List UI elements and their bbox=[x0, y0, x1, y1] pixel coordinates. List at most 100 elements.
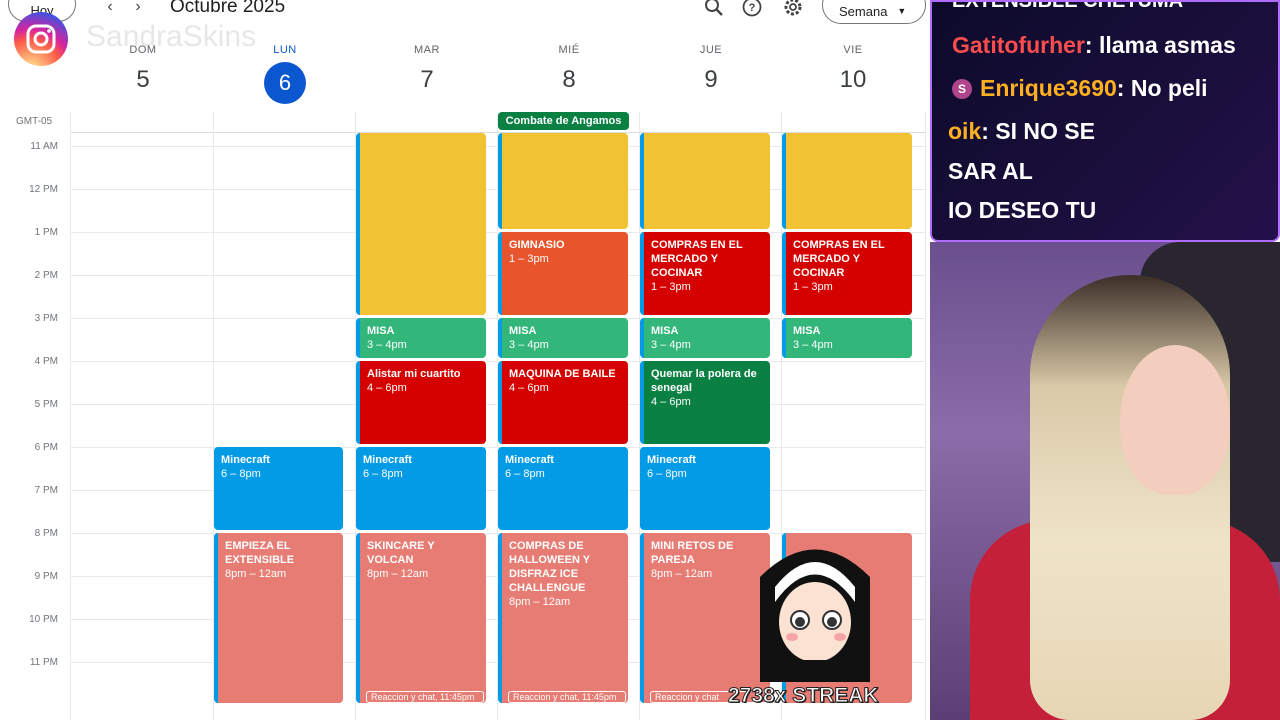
event-title: Alistar mi cuartito bbox=[367, 368, 461, 380]
chat-username: Enrique3690 bbox=[980, 75, 1117, 101]
month-title: Octubre 2025 bbox=[170, 0, 286, 17]
day-header-vie[interactable]: VIE 10 bbox=[782, 44, 924, 94]
prev-week-icon[interactable]: ‹ bbox=[100, 0, 120, 16]
hour-label: 3 PM bbox=[34, 313, 58, 324]
event-title: Minecraft bbox=[363, 454, 412, 466]
day-name: DOM bbox=[129, 44, 157, 56]
chat-text: : No peli bbox=[1116, 75, 1208, 101]
event-title: SKINCARE Y VOLCAN bbox=[367, 540, 435, 566]
event-yellow-block[interactable] bbox=[498, 133, 628, 229]
gear-icon[interactable] bbox=[782, 0, 804, 18]
event-title: MISA bbox=[651, 325, 679, 337]
event-title: EMPIEZA EL EXTENSIBLE bbox=[225, 540, 295, 566]
chat-message: oik: SI NO SE bbox=[948, 118, 1095, 145]
day-date: 5 bbox=[136, 66, 150, 93]
view-selector[interactable]: Semana ▼ bbox=[822, 0, 926, 24]
view-selector-label: Semana bbox=[839, 3, 888, 19]
chat-username: Gatitofurher bbox=[952, 32, 1085, 58]
event-time: 3 – 4pm bbox=[651, 339, 691, 351]
dropdown-arrow-icon: ▼ bbox=[897, 6, 907, 16]
event-time: 1 – 3pm bbox=[793, 281, 833, 293]
event-time: 8pm – 12am bbox=[225, 568, 287, 580]
day-name: VIE bbox=[843, 44, 863, 56]
event-time: 6 – 8pm bbox=[363, 468, 403, 480]
event-yellow-block[interactable] bbox=[782, 133, 912, 229]
event-title: COMPRAS EN EL MERCADO Y COCINAR bbox=[793, 239, 885, 279]
grid-column-line bbox=[70, 112, 71, 720]
next-week-icon[interactable]: › bbox=[128, 0, 148, 16]
event-chip-reaccion[interactable]: Reaccion y chat, 11:45pm bbox=[366, 691, 484, 703]
event-time: 1 – 3pm bbox=[651, 281, 691, 293]
chat-text: IO DESEO TU bbox=[948, 197, 1097, 223]
event-misa-mar[interactable]: MISA 3 – 4pm bbox=[356, 318, 486, 358]
hour-label: 4 PM bbox=[34, 356, 58, 367]
event-title: COMPRAS EN EL MERCADO Y COCINAR bbox=[651, 239, 743, 279]
event-time: 6 – 8pm bbox=[647, 468, 687, 480]
event-chip-reaccion[interactable]: Reaccion y chat, 11:45pm bbox=[508, 691, 626, 703]
chat-username: oik bbox=[948, 118, 982, 144]
event-time: 4 – 6pm bbox=[651, 396, 691, 408]
event-misa-mie[interactable]: MISA 3 – 4pm bbox=[498, 318, 628, 358]
hour-label: 1 PM bbox=[34, 227, 58, 238]
event-misa-jue[interactable]: MISA 3 – 4pm bbox=[640, 318, 770, 358]
day-header-lun[interactable]: LUN 6 bbox=[214, 44, 356, 104]
event-time: 8pm – 12am bbox=[509, 596, 571, 608]
event-time: 6 – 8pm bbox=[221, 468, 261, 480]
event-compras-jue[interactable]: COMPRAS EN EL MERCADO Y COCINAR 1 – 3pm bbox=[640, 232, 770, 315]
help-icon[interactable]: ? bbox=[741, 0, 763, 18]
stream-chat-panel: EXTENSIBLE CHETUMA Gatitofurher: llama a… bbox=[930, 0, 1280, 242]
chat-text: : llama asmas bbox=[1084, 32, 1236, 58]
event-title: MISA bbox=[367, 325, 395, 337]
event-title: MAQUINA DE BAILE bbox=[509, 368, 616, 380]
event-time: 3 – 4pm bbox=[509, 339, 549, 351]
event-title: COMPRAS DE HALLOWEEN Y DISFRAZ ICE CHALL… bbox=[509, 540, 590, 594]
subscriber-badge-icon: S bbox=[952, 79, 972, 99]
event-title: Minecraft bbox=[647, 454, 696, 466]
chat-message: Gatitofurher: llama asmas bbox=[952, 32, 1236, 59]
event-empieza[interactable]: EMPIEZA EL EXTENSIBLE 8pm – 12am bbox=[214, 533, 343, 703]
day-name: JUE bbox=[699, 44, 723, 56]
event-title: Quemar la polera de senegal bbox=[651, 368, 757, 394]
event-maquina[interactable]: MAQUINA DE BAILE 4 – 6pm bbox=[498, 361, 628, 444]
event-time: 3 – 4pm bbox=[367, 339, 407, 351]
day-date: 7 bbox=[420, 66, 434, 93]
search-icon[interactable] bbox=[703, 0, 725, 18]
event-skincare[interactable]: SKINCARE Y VOLCAN 8pm – 12am Reaccion y … bbox=[356, 533, 486, 703]
hour-label: 8 PM bbox=[34, 528, 58, 539]
event-minecraft-jue[interactable]: Minecraft 6 – 8pm bbox=[640, 447, 770, 530]
day-header-dom[interactable]: DOM 5 bbox=[72, 44, 214, 94]
event-minecraft-mie[interactable]: Minecraft 6 – 8pm bbox=[498, 447, 628, 530]
event-title: MISA bbox=[509, 325, 537, 337]
event-title: GIMNASIO bbox=[509, 239, 565, 251]
day-header-jue[interactable]: JUE 9 bbox=[640, 44, 782, 94]
event-time: 4 – 6pm bbox=[509, 382, 549, 394]
chat-message: S Enrique3690: No peli bbox=[952, 75, 1208, 102]
event-minecraft-mar[interactable]: Minecraft 6 – 8pm bbox=[356, 447, 486, 530]
event-time: 3 – 4pm bbox=[793, 339, 833, 351]
event-minecraft-lun[interactable]: Minecraft 6 – 8pm bbox=[214, 447, 343, 530]
day-header-mie[interactable]: MIÉ 8 bbox=[498, 44, 640, 94]
day-date: 9 bbox=[704, 66, 718, 93]
event-quemar[interactable]: Quemar la polera de senegal 4 – 6pm bbox=[640, 361, 770, 444]
event-compras-vie[interactable]: COMPRAS EN EL MERCADO Y COCINAR 1 – 3pm bbox=[782, 232, 912, 315]
event-gimnasio[interactable]: GIMNASIO 1 – 3pm bbox=[498, 232, 628, 315]
grid-column-line bbox=[925, 112, 926, 720]
event-alistar[interactable]: Alistar mi cuartito 4 – 6pm bbox=[356, 361, 486, 444]
day-name: LUN bbox=[273, 44, 297, 56]
event-title: Minecraft bbox=[221, 454, 270, 466]
hour-label: 9 PM bbox=[34, 571, 58, 582]
event-yellow-block[interactable] bbox=[356, 133, 486, 315]
event-time: 8pm – 12am bbox=[367, 568, 429, 580]
chat-message: SAR AL bbox=[948, 158, 1033, 185]
streamer-hair bbox=[1030, 275, 1230, 720]
day-header-mar[interactable]: MAR 7 bbox=[356, 44, 498, 94]
event-halloween[interactable]: COMPRAS DE HALLOWEEN Y DISFRAZ ICE CHALL… bbox=[498, 533, 628, 703]
allday-event[interactable]: Combate de Angamos bbox=[498, 112, 629, 130]
chat-text: : SI NO SE bbox=[981, 118, 1095, 144]
hour-label: 10 PM bbox=[29, 614, 58, 625]
event-yellow-block[interactable] bbox=[640, 133, 770, 229]
event-misa-vie[interactable]: MISA 3 – 4pm bbox=[782, 318, 912, 358]
event-title: MISA bbox=[793, 325, 821, 337]
day-name: MIÉ bbox=[558, 44, 580, 56]
chat-text: SAR AL bbox=[948, 158, 1033, 184]
